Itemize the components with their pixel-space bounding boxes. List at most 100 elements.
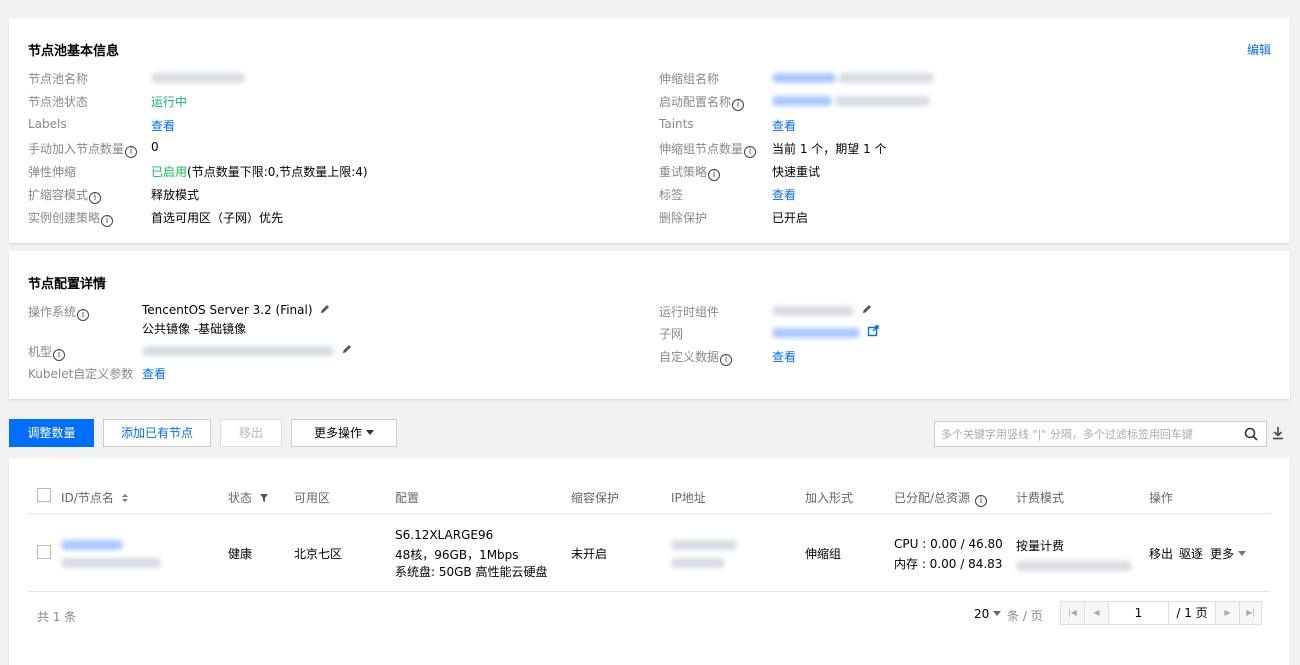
edit-link[interactable]: 编辑 — [1247, 41, 1271, 58]
node-billing-time — [1016, 558, 1132, 572]
col-billing: 计费模式 — [1016, 491, 1065, 505]
col-allocated: 已分配/总资源 i — [894, 489, 988, 507]
node-ip-public — [671, 537, 737, 551]
taints-view-link[interactable]: 查看 — [772, 117, 796, 134]
node-config-line1: S6.12XLARGE96 — [395, 528, 494, 542]
remove-button[interactable]: 移出 — [220, 419, 282, 447]
download-icon[interactable] — [1272, 426, 1284, 440]
info-icon[interactable]: i — [732, 99, 745, 111]
label-os: 操作系统 i — [28, 303, 90, 321]
label-labels: Labels — [28, 117, 67, 131]
pencil-icon[interactable] — [861, 303, 873, 315]
filter-icon[interactable] — [259, 493, 269, 503]
search-icon[interactable] — [1244, 427, 1258, 441]
launch-config-link[interactable] — [772, 93, 930, 107]
page-size-unit: 条 / 页 — [1007, 609, 1043, 623]
node-billing: 按量计费 — [1016, 539, 1065, 553]
basic-info-card: 节点池基本信息 编辑 节点池名称 节点池状态 运行中 Labels 查看 手动加… — [9, 18, 1290, 243]
label-pool-status: 节点池状态 — [28, 95, 89, 109]
tags-view-link[interactable]: 查看 — [772, 186, 796, 203]
value-delete-protect: 已开启 — [772, 211, 809, 225]
adjust-count-button[interactable]: 调整数量 — [9, 419, 94, 447]
label-manual-nodes: 手动加入节点数量 i — [28, 140, 138, 158]
col-config: 配置 — [395, 491, 420, 505]
basic-info-title: 节点池基本信息 — [28, 44, 120, 59]
pencil-icon[interactable] — [341, 343, 353, 355]
labels-view-link[interactable]: 查看 — [151, 117, 175, 134]
prev-page-button[interactable]: ◀ — [1085, 602, 1109, 624]
row-more-dropdown[interactable]: 更多 — [1210, 545, 1247, 562]
col-status[interactable]: 状态 — [228, 489, 269, 506]
col-scale-protect: 缩容保护 — [571, 491, 620, 505]
search-input[interactable] — [935, 422, 1235, 446]
caret-down-icon — [366, 430, 374, 435]
col-id[interactable]: ID/节点名 — [61, 489, 129, 506]
label-runtime: 运行时组件 — [659, 305, 720, 319]
info-icon[interactable]: i — [720, 354, 733, 366]
row-evict-link[interactable]: 驱逐 — [1179, 545, 1203, 562]
asg-name-link[interactable] — [772, 70, 934, 84]
node-join-mode: 伸缩组 — [805, 547, 842, 561]
row-remove-link[interactable]: 移出 — [1149, 545, 1173, 562]
node-status: 健康 — [228, 547, 253, 561]
first-page-button[interactable]: |◀ — [1061, 602, 1085, 624]
node-scale-protect: 未开启 — [571, 547, 608, 561]
node-config-line2: 48核，96GB，1Mbps — [395, 548, 519, 562]
node-mem: 内存 : 0.00 / 84.83 — [894, 557, 1003, 571]
info-icon[interactable]: i — [975, 495, 988, 507]
value-pool-status: 运行中 — [151, 95, 188, 109]
info-icon[interactable]: i — [744, 146, 757, 158]
label-retry-policy: 重试策略 i — [659, 163, 721, 181]
more-operations-dropdown[interactable]: 更多操作 — [291, 419, 397, 447]
last-page-button[interactable]: ▶| — [1239, 602, 1261, 624]
info-icon[interactable]: i — [101, 215, 114, 227]
col-join-mode: 加入形式 — [805, 491, 854, 505]
next-page-button[interactable]: ▶ — [1215, 602, 1239, 624]
search-box — [934, 421, 1267, 447]
total-count: 共 1 条 — [37, 610, 77, 624]
label-asg-count: 伸缩组节点数量 i — [659, 140, 757, 158]
external-link-icon[interactable] — [867, 325, 879, 337]
info-icon[interactable]: i — [125, 146, 138, 158]
label-asg-name: 伸缩组名称 — [659, 72, 720, 86]
value-pool-name — [151, 70, 245, 84]
info-icon[interactable]: i — [708, 169, 721, 181]
subnet-link[interactable] — [772, 325, 879, 339]
page-input[interactable]: 1 — [1109, 602, 1169, 624]
pager: |◀ ◀ 1 / 1 页 ▶ ▶| — [1060, 601, 1262, 625]
node-config-title: 节点配置详情 — [28, 277, 107, 292]
value-retry-policy: 快速重试 — [772, 165, 821, 179]
value-instance-type — [142, 343, 353, 357]
value-os: TencentOS Server 3.2 (Final) — [142, 303, 331, 317]
label-taints: Taints — [659, 117, 694, 131]
label-userdata: 自定义数据 i — [659, 348, 733, 366]
node-zone: 北京七区 — [294, 547, 343, 561]
node-config-card: 节点配置详情 操作系统 i TencentOS Server 3.2 (Final… — [9, 251, 1290, 399]
info-icon[interactable]: i — [53, 349, 66, 361]
row-checkbox[interactable] — [37, 545, 51, 559]
info-icon[interactable]: i — [77, 309, 90, 321]
node-ip-private — [671, 555, 725, 569]
label-subnet: 子网 — [659, 327, 684, 341]
label-pool-name: 节点池名称 — [28, 72, 89, 86]
col-ops: 操作 — [1149, 491, 1174, 505]
node-id-link[interactable] — [61, 537, 123, 551]
value-os-sub: 公共镜像 -基础镜像 — [142, 322, 247, 336]
caret-down-icon — [993, 611, 1002, 616]
label-tags: 标签 — [659, 188, 684, 202]
pencil-icon[interactable] — [319, 303, 331, 315]
sort-icon[interactable] — [121, 493, 129, 503]
page-total: / 1 页 — [1176, 606, 1208, 620]
label-autoscaling: 弹性伸缩 — [28, 165, 77, 179]
value-runtime — [772, 303, 873, 317]
label-scale-mode: 扩缩容模式 i — [28, 186, 102, 204]
label-kubelet: Kubelet自定义参数 — [28, 367, 134, 381]
select-all-checkbox[interactable] — [37, 488, 51, 502]
info-icon[interactable]: i — [89, 192, 102, 204]
header-divider — [28, 513, 1271, 514]
caret-down-icon — [1238, 551, 1247, 556]
userdata-view-link[interactable]: 查看 — [772, 348, 796, 365]
kubelet-view-link[interactable]: 查看 — [142, 365, 166, 382]
add-existing-node-button[interactable]: 添加已有节点 — [103, 419, 211, 447]
page-size-select[interactable]: 20 — [974, 607, 1002, 621]
